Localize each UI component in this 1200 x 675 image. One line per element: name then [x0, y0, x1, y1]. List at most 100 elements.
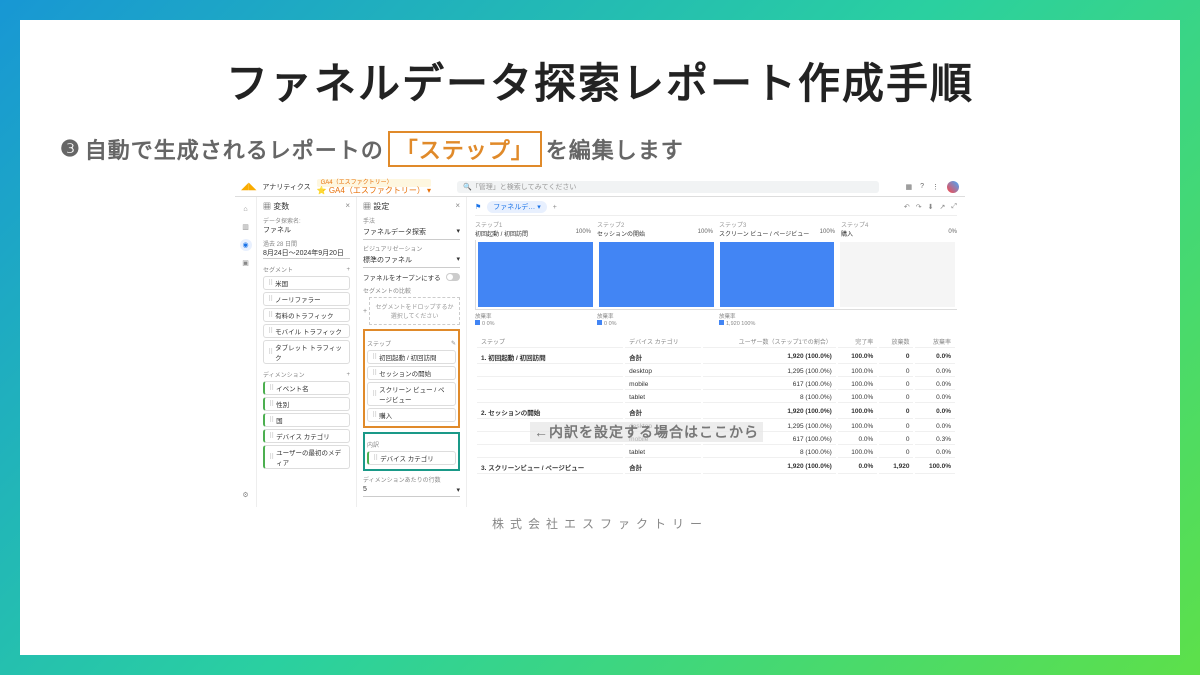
fullscreen-icon[interactable]: ⤢ — [951, 203, 957, 211]
add-dimension-icon[interactable]: + — [346, 372, 350, 378]
nav-settings-icon[interactable]: ⚙ — [240, 489, 252, 501]
drag-handle-icon: ⠿ — [269, 416, 274, 424]
notifications-icon[interactable]: ⋮ — [932, 183, 939, 191]
subtitle-highlight: 「ステップ」 — [388, 131, 542, 167]
drag-handle-icon: ⠿ — [373, 454, 378, 462]
drag-handle-icon: ⠿ — [269, 432, 274, 440]
explore-name[interactable]: ファネル — [263, 225, 350, 235]
segment-chip[interactable]: ⠿米国 — [263, 276, 350, 290]
technique-label: 手法 — [363, 216, 460, 225]
step-chip[interactable]: ⠿初回起動 / 初回訪問 — [367, 350, 456, 364]
redo-icon[interactable]: ↷ — [916, 203, 922, 211]
open-funnel-toggle[interactable] — [446, 273, 460, 281]
dimensions-label: ディメンション — [263, 370, 305, 379]
chevron-down-icon: ▾ — [456, 486, 460, 494]
table-row[interactable]: 2. セッションの開始合計1,920 (100.0%)100.0%00.0% — [477, 405, 955, 419]
col-users[interactable]: ユーザー数（ステップ1での割合） — [703, 335, 836, 348]
steps-highlight-box: ステップ ✎ ⠿初回起動 / 初回訪問 ⠿セッションの開始 ⠿スクリーン ビュー … — [363, 329, 460, 428]
drag-handle-icon: ⠿ — [269, 384, 274, 392]
viz-dropdown[interactable]: 標準のファネル▾ — [363, 253, 460, 268]
dimension-chip[interactable]: ⠿性別 — [263, 397, 350, 411]
settings-panel: ▦ 設定× 手法 ファネルデータ探索▾ ビジュアリゼーション 標準のファネル▾ … — [357, 197, 467, 507]
slide-title: ファネルデータ探索レポート作成手順 — [60, 50, 1140, 111]
panel-title: ▦ 変数 — [263, 201, 289, 212]
col-completion[interactable]: 完了率 — [838, 335, 877, 348]
chevron-down-icon: ▾ — [456, 227, 460, 237]
segment-chip[interactable]: ⠿モバイル トラフィック — [263, 324, 350, 338]
help-icon[interactable]: ? — [920, 183, 924, 190]
funnel-bar-3[interactable] — [720, 242, 835, 307]
drag-handle-icon: ⠿ — [268, 295, 273, 303]
steps-label: ステップ — [367, 339, 391, 348]
funnel-step-labels: ステップ1初回起動 / 初回訪問100% ステップ2セッションの開始100% ス… — [475, 220, 957, 238]
search-placeholder: 「管理」と検索してみてください — [472, 182, 577, 192]
step-chip[interactable]: ⠿スクリーン ビュー / ページビュー — [367, 382, 456, 406]
technique-dropdown[interactable]: ファネルデータ探索▾ — [363, 225, 460, 240]
add-tab-icon[interactable]: + — [553, 204, 557, 211]
drag-handle-icon: ⠿ — [269, 453, 274, 461]
table-row[interactable]: desktop1,295 (100.0%)100.0%00.0% — [477, 366, 955, 377]
close-icon[interactable]: × — [345, 201, 350, 212]
col-step[interactable]: ステップ — [477, 335, 623, 348]
close-icon[interactable]: × — [455, 201, 460, 212]
explore-name-label: データ探索名: — [263, 216, 350, 225]
table-row[interactable]: 3. スクリーンビュー / ページビュー合計1,920 (100.0%)0.0%… — [477, 460, 955, 474]
dimension-chip[interactable]: ⠿デバイス カテゴリ — [263, 429, 350, 443]
table-row[interactable]: tablet8 (100.0%)100.0%00.0% — [477, 447, 955, 458]
drag-handle-icon: ⠿ — [268, 327, 273, 335]
dimension-chip[interactable]: ⠿ユーザーの最初のメディア — [263, 445, 350, 469]
slide-subtitle: ❸ 自動で生成されるレポートの 「ステップ」 を編集します — [60, 131, 1140, 167]
property-name[interactable]: ⭐ GA4（エスファクトリー） ▾ — [317, 187, 431, 195]
segment-chip[interactable]: ⠿有料のトラフィック — [263, 308, 350, 322]
segment-chip[interactable]: ⠿タブレット トラフィック — [263, 340, 350, 364]
col-device[interactable]: デバイス カテゴリ — [625, 335, 701, 348]
search-input[interactable]: 🔍 「管理」と検索してみてください — [457, 181, 879, 193]
chevron-down-icon: ▾ — [456, 255, 460, 265]
share-icon[interactable]: ↗ — [940, 203, 946, 211]
rows-per-dim-dropdown[interactable]: 5▾ — [363, 484, 460, 497]
col-abandonments[interactable]: 放棄数 — [879, 335, 913, 348]
segment-compare-label: セグメントの比較 — [363, 286, 460, 295]
nav-ads-icon[interactable]: ▣ — [240, 257, 252, 269]
drag-handle-icon: ⠿ — [372, 411, 377, 419]
ga-screenshot: ◢◣ アナリティクス GA4（エスファクトリー） ⭐ GA4（エスファクトリー）… — [235, 177, 965, 507]
table-row[interactable]: 1. 初回起動 / 初回訪問合計1,920 (100.0%)100.0%00.0… — [477, 350, 955, 364]
dimension-chip[interactable]: ⠿イベント名 — [263, 381, 350, 395]
nav-home-icon[interactable]: ⌂ — [240, 203, 252, 215]
segment-chip[interactable]: ⠿ノーリファラー — [263, 292, 350, 306]
date-label: 過去 28 日間 — [263, 239, 350, 248]
date-range[interactable]: 8月24日〜2024年9月20日 — [263, 248, 350, 259]
subtitle-before: 自動で生成されるレポートの — [85, 133, 384, 165]
step-chip[interactable]: ⠿セッションの開始 — [367, 366, 456, 380]
table-row[interactable]: tablet8 (100.0%)100.0%00.0% — [477, 392, 955, 403]
step-chip[interactable]: ⠿購入 — [367, 408, 456, 422]
segments-label: セグメント — [263, 265, 293, 274]
breakdown-label: 内訳 — [367, 440, 456, 449]
nav-reports-icon[interactable]: ▥ — [240, 221, 252, 233]
ga-logo-icon: ◢◣ — [241, 181, 256, 192]
tab-funnel[interactable]: ファネルデ… ▾ — [487, 201, 546, 213]
col-abandon-rate[interactable]: 放棄率 — [915, 335, 955, 348]
segment-drop-zone[interactable]: セグメントをドロップするか選択してください — [369, 297, 460, 325]
subtitle-after: を編集します — [546, 133, 684, 165]
dimension-chip[interactable]: ⠿国 — [263, 413, 350, 427]
funnel-bar-2[interactable] — [599, 242, 714, 307]
rows-per-dim-label: ディメンションあたりの行数 — [363, 475, 460, 484]
funnel-footer: 放棄率0 0% 放棄率0 0% 放棄率1,920 100% — [475, 312, 957, 327]
open-funnel-label: ファネルをオープンにする — [363, 272, 441, 282]
funnel-bar-1[interactable] — [478, 242, 593, 307]
undo-icon[interactable]: ↶ — [904, 203, 910, 211]
funnel-bar-4[interactable] — [840, 242, 955, 307]
nav-explore-icon[interactable]: ◉ — [240, 239, 252, 251]
avatar[interactable] — [947, 181, 959, 193]
apps-icon[interactable]: ▦ — [905, 183, 912, 191]
breakdown-chip[interactable]: ⠿デバイス カテゴリ — [367, 451, 456, 465]
panel-title: ▦ 設定 — [363, 201, 389, 212]
edit-steps-icon[interactable]: ✎ — [451, 340, 456, 347]
download-icon[interactable]: ⬇ — [928, 203, 934, 211]
add-icon[interactable]: + — [363, 308, 367, 315]
table-row[interactable]: mobile617 (100.0%)100.0%00.0% — [477, 379, 955, 390]
top-bar: ◢◣ アナリティクス GA4（エスファクトリー） ⭐ GA4（エスファクトリー）… — [235, 177, 965, 197]
footer-company: 株式会社エスファクトリー — [60, 515, 1140, 532]
add-segment-icon[interactable]: + — [346, 267, 350, 273]
